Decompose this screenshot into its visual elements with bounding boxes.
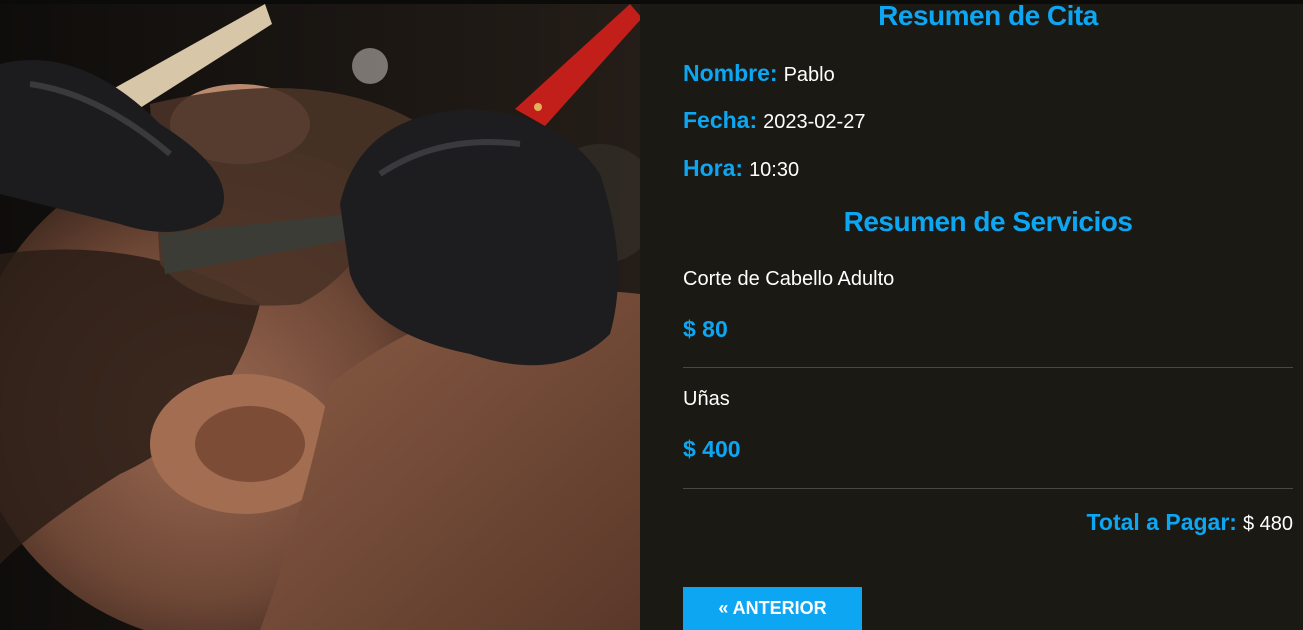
date-label: Fecha: <box>683 107 758 133</box>
service-price: $ 80 <box>683 316 728 342</box>
service-divider <box>683 367 1293 368</box>
previous-button[interactable]: « Anterior <box>683 587 862 630</box>
total-row: Total a Pagar: $ 480 <box>1087 509 1293 536</box>
name-label: Nombre: <box>683 60 778 86</box>
service-price: $ 400 <box>683 436 741 462</box>
summary-panel: Resumen de Cita Nombre: Pablo Fecha: 2023-… <box>683 0 1293 630</box>
service-divider <box>683 488 1293 489</box>
time-value: 10:30 <box>749 159 800 181</box>
services-summary-heading: Resumen de Servicios <box>843 206 1133 237</box>
name-row: Nombre: Pablo <box>683 60 835 87</box>
appointment-summary-page: Resumen de Cita Nombre: Pablo Fecha: 2023-… <box>0 0 1303 630</box>
total-value: $ 480 <box>1242 513 1293 535</box>
date-value: 2023-02-27 <box>763 111 866 133</box>
time-label: Hora: <box>683 155 744 181</box>
total-label: Total a Pagar: <box>1086 509 1237 535</box>
service-name: Corte de Cabello Adulto <box>683 268 895 290</box>
time-row: Hora: 10:30 <box>683 155 799 182</box>
barber-photo <box>0 4 640 630</box>
appointment-summary-heading: Resumen de Cita <box>878 0 1098 31</box>
name-value: Pablo <box>783 64 835 86</box>
date-row: Fecha: 2023-02-27 <box>683 107 865 134</box>
service-name: Uñas <box>683 388 730 410</box>
